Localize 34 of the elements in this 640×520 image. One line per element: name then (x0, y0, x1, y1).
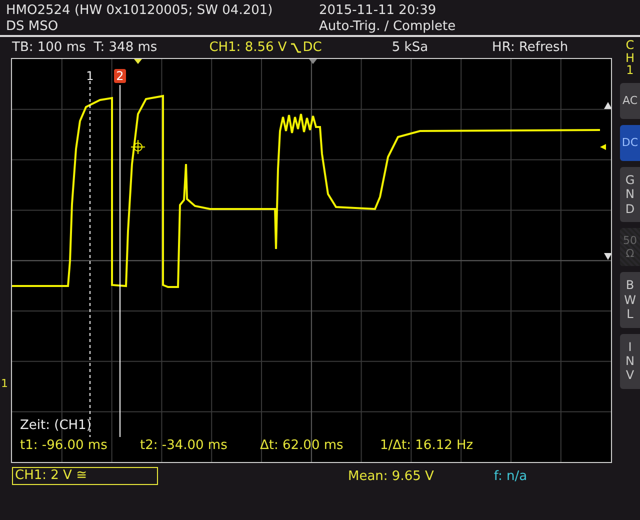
up-arrow-icon (604, 102, 611, 109)
trigger-status: Auto-Trig. / Complete (319, 19, 456, 35)
timebase-label: TB: 100 ms (12, 40, 86, 55)
falling-edge-icon (290, 42, 302, 54)
menu-button[interactable]: AC (620, 82, 640, 119)
measurement-value: 1/Δt: 16.12 Hz (380, 437, 474, 455)
frequency-value: f: n/a (494, 468, 528, 484)
measurement-value: t1: -96.00 ms (20, 437, 108, 455)
date-time: 2015-11-11 20:39 (319, 3, 438, 19)
crosshair-icon (130, 140, 146, 154)
trigger-level: CH1: 8.56 V (209, 40, 287, 55)
cursor-label[interactable]: 1 (84, 69, 96, 83)
trigger-level-marker (600, 144, 606, 150)
menu-button[interactable]: BWL (620, 272, 640, 328)
measurement-title: Zeit: (CH1) (20, 417, 92, 435)
trigger-coupling: DC (302, 40, 322, 55)
ground-marker: 1 (1, 377, 8, 390)
acquisition-mode: HR: Refresh (492, 40, 568, 55)
trigger-position-marker (134, 59, 142, 64)
menu-button[interactable]: INV (620, 334, 640, 389)
device-name: HMO2524 (HW 0x10120005; SW 04.201) (6, 3, 274, 19)
down-arrow-icon (604, 253, 611, 260)
measurement-value: t2: -34.00 ms (140, 437, 228, 455)
mode-label: DS MSO (6, 19, 60, 35)
measurement-value: Δt: 62.00 ms (260, 437, 344, 455)
channel-label: CH1 (624, 39, 636, 77)
mean-value: Mean: 9.65 V (348, 468, 434, 484)
cursor-label[interactable]: 2 (114, 69, 126, 83)
trigger-time-marker (309, 59, 317, 64)
menu-button[interactable]: DC (620, 124, 640, 161)
sample-rate: 5 kSa (392, 40, 428, 55)
channel-scale[interactable]: CH1: 2 V ≅ (12, 467, 158, 485)
menu-button[interactable]: GND (620, 166, 640, 222)
trigger-time: T: 348 ms (94, 40, 158, 55)
